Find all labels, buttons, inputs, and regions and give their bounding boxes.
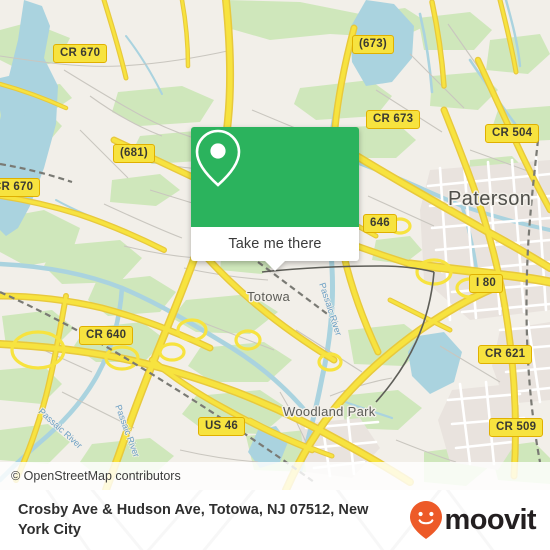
road-shield-673: (673) [352,35,394,54]
moovit-logo: moovit [409,500,537,540]
road-shield-cr-670-north: CR 670 [53,44,108,63]
road-shield-us-46: US 46 [198,417,245,436]
osm-attribution-text: © OpenStreetMap contributors [11,469,181,483]
take-me-there-label: Take me there [228,236,322,252]
moovit-smiley-pin-icon [409,501,442,539]
map-pin-icon [195,129,241,187]
road-shield-cr-509: CR 509 [489,418,544,437]
road-shield-681: (681) [113,144,155,163]
road-shield-646: 646 [363,214,397,233]
map-attribution-bar: © OpenStreetMap contributors [0,462,550,490]
road-shield-cr-621: CR 621 [478,345,533,364]
road-shield-cr-504: CR 504 [485,124,540,143]
card-pin-area [191,127,359,227]
card-action-bar[interactable]: Take me there [191,227,359,271]
road-shield-cr-640: CR 640 [79,326,134,345]
moovit-map-screenshot: Paterson Totowa Woodland Park Passaic Ri… [0,0,550,550]
road-shield-cr-673: CR 673 [366,110,421,129]
road-shield-i-80: I 80 [469,274,503,293]
take-me-there-card[interactable]: Take me there [191,127,359,271]
footer-bar: Crosby Ave & Hudson Ave, Totowa, NJ 0751… [0,490,550,550]
address-text: Crosby Ave & Hudson Ave, Totowa, NJ 0751… [18,502,369,538]
road-shield-cr-670-west: CR 670 [0,178,41,197]
moovit-wordmark: moovit [444,503,537,536]
map-canvas[interactable]: Paterson Totowa Woodland Park Passaic Ri… [0,0,550,490]
card-pointer-tail [264,260,286,271]
